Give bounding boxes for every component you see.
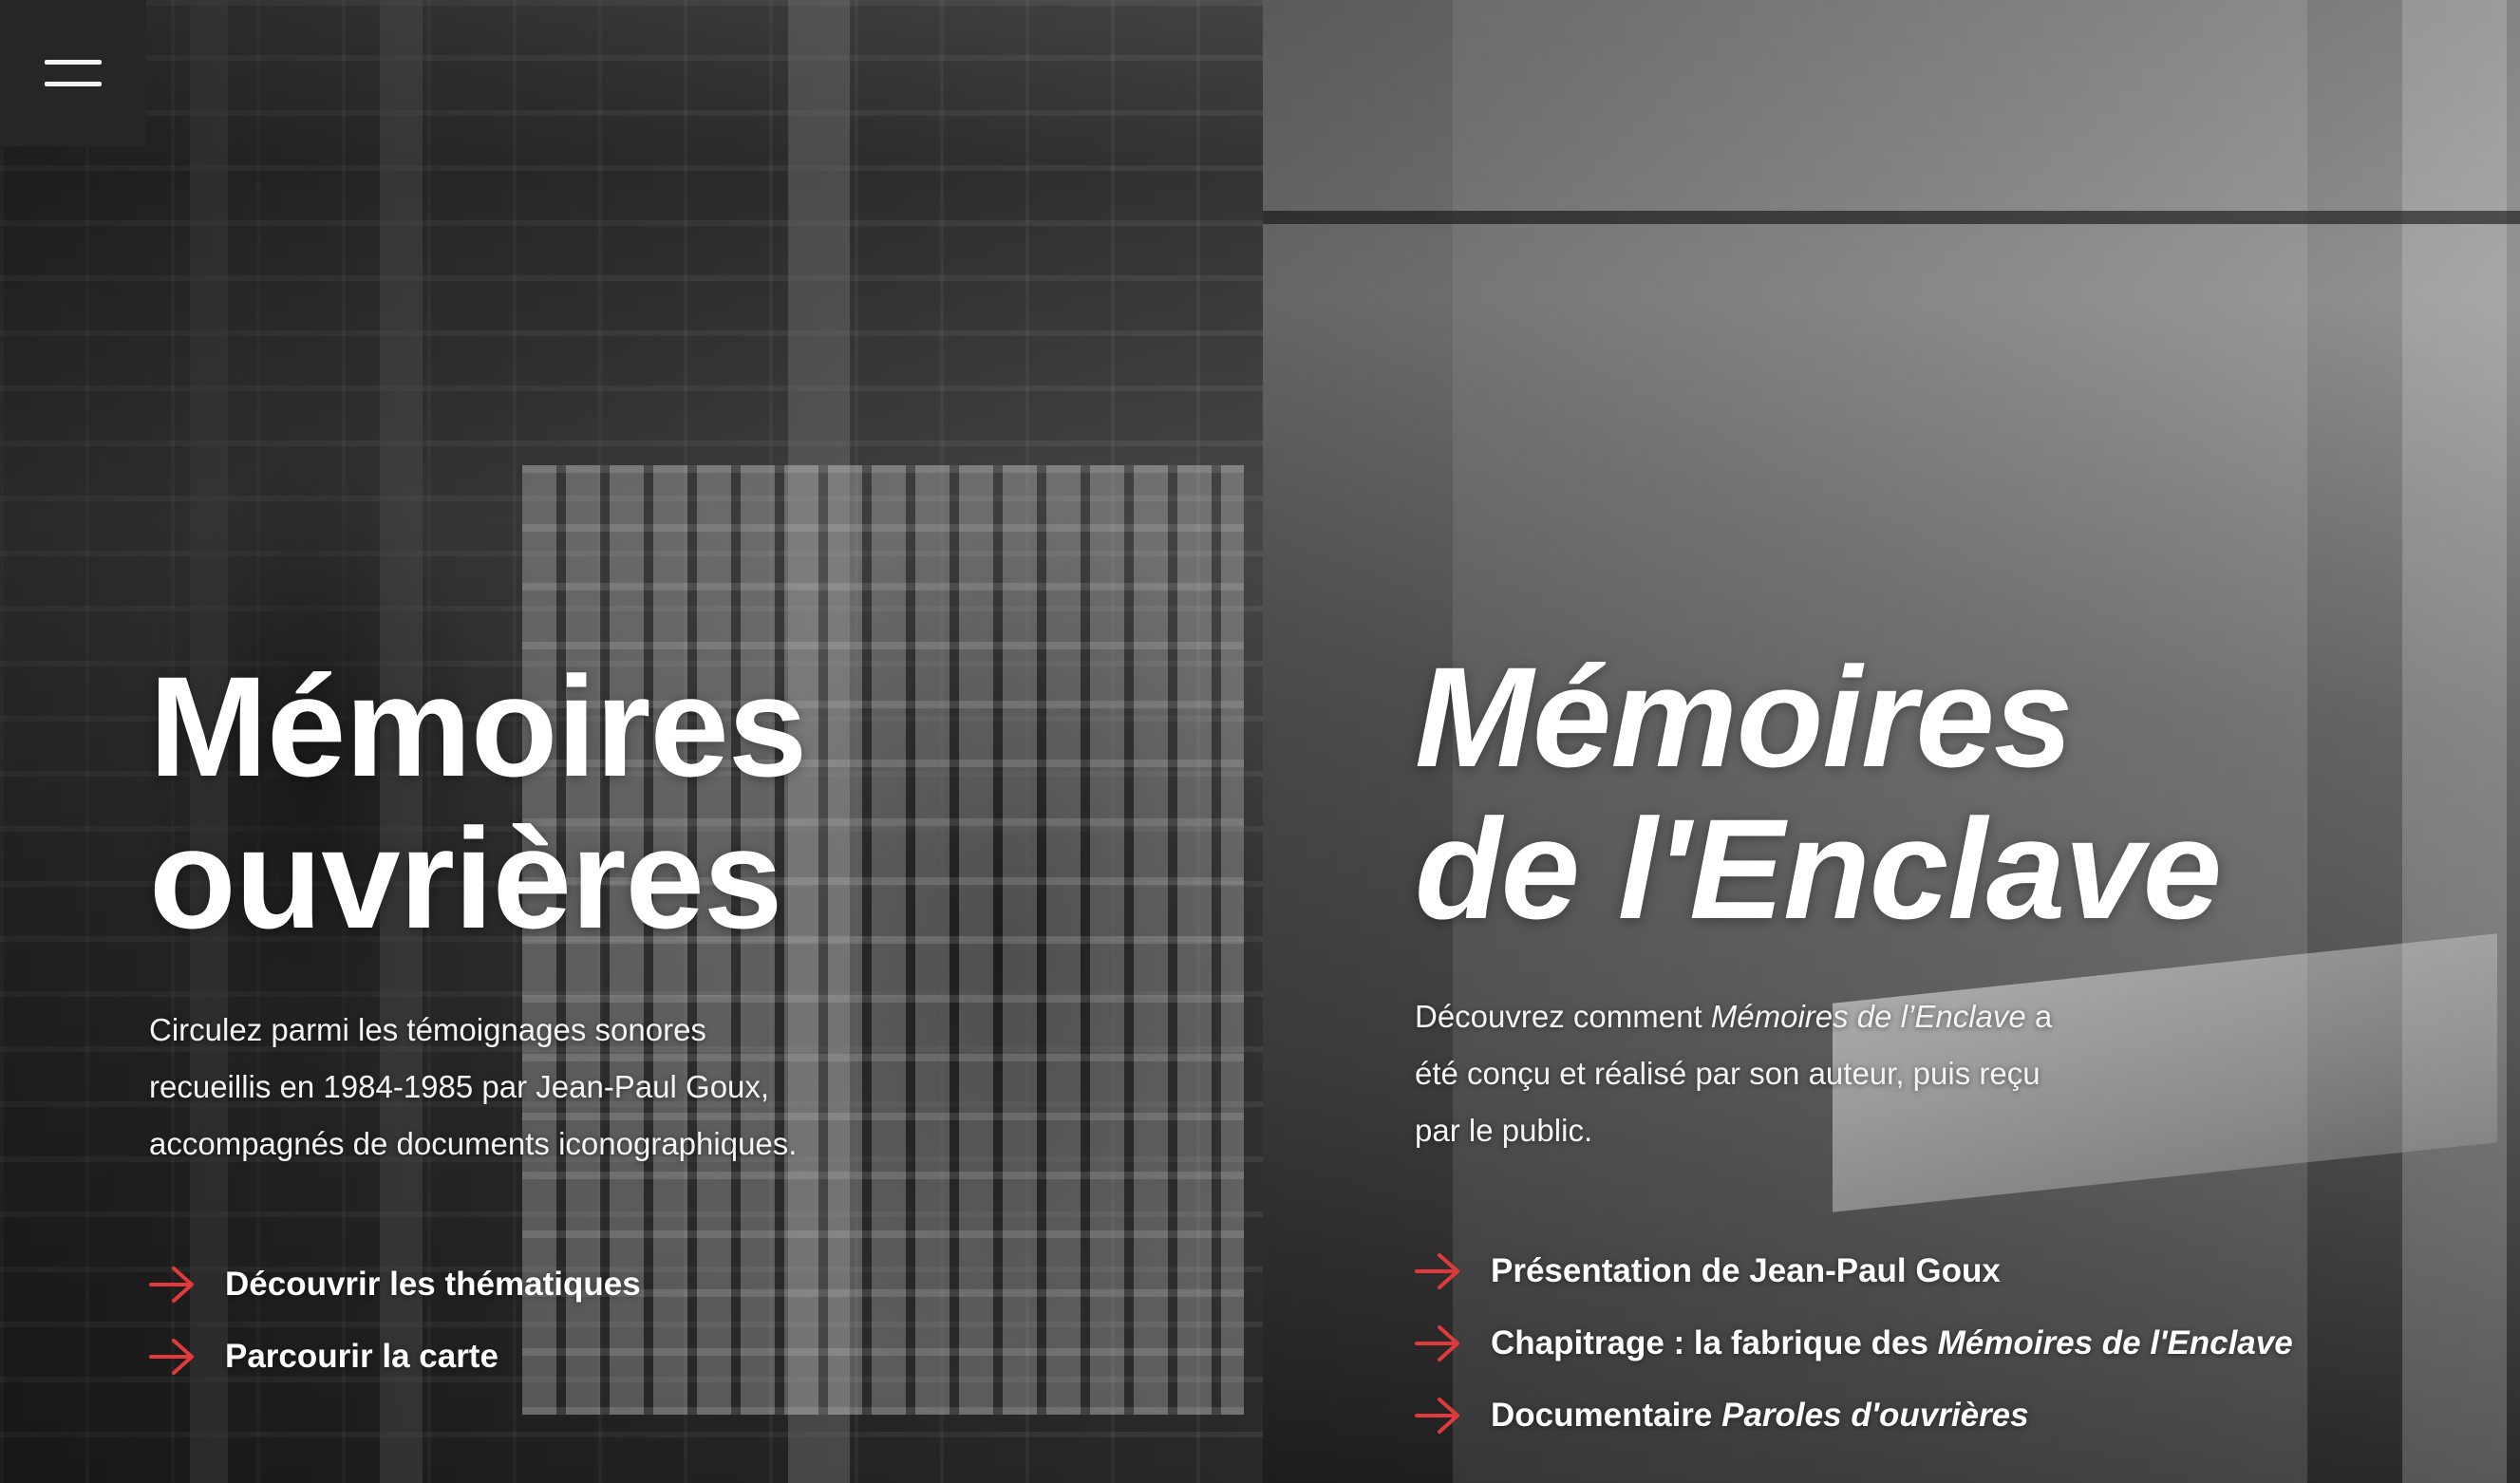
- link-label-text: Chapitrage : la fabrique des: [1491, 1324, 1938, 1361]
- hamburger-menu-icon[interactable]: [0, 0, 146, 146]
- panel-left-links: Découvrir les thématiques Parcourir la c…: [149, 1248, 1099, 1393]
- link-label-text: Documentaire: [1491, 1397, 1722, 1434]
- title-memoires-enclave[interactable]: Mémoires de l'Enclave: [1415, 641, 2459, 945]
- title-memoires-ouvrieres[interactable]: Mémoires ouvrières: [149, 650, 1099, 954]
- arrow-right-icon: [1415, 1398, 1459, 1434]
- link-decouvrir-thematiques[interactable]: Découvrir les thématiques: [149, 1248, 1099, 1321]
- panel-left-content: Mémoires ouvrières Circulez parmi les té…: [149, 650, 1099, 1393]
- arrow-right-icon: [1415, 1253, 1459, 1289]
- title-line-1: Mémoires: [149, 647, 807, 806]
- panel-right-description: Découvrez comment Mémoires de l’Enclave …: [1415, 988, 2079, 1159]
- link-label: Découvrir les thématiques: [225, 1266, 641, 1303]
- description-text: Découvrez comment: [1415, 999, 1711, 1034]
- link-documentaire[interactable]: Documentaire Paroles d'ouvrières: [1415, 1380, 2459, 1452]
- arrow-right-icon: [149, 1267, 194, 1303]
- panel-left-description: Circulez parmi les témoignages sonores r…: [149, 1012, 798, 1161]
- link-label: Documentaire Paroles d'ouvrières: [1491, 1397, 2029, 1435]
- arrow-right-icon: [1415, 1325, 1459, 1361]
- link-presentation-jean-paul-goux[interactable]: Présentation de Jean-Paul Goux: [1415, 1235, 2459, 1307]
- link-label-text: Présentation de Jean-Paul Goux: [1491, 1252, 2001, 1289]
- link-label-emphasis: Mémoires de l'Enclave: [1937, 1324, 2293, 1361]
- title-line-1: Mémoires: [1415, 637, 2073, 797]
- link-label: Présentation de Jean-Paul Goux: [1491, 1252, 2001, 1290]
- link-label-emphasis: Paroles d'ouvrières: [1721, 1397, 2029, 1434]
- menu-bar-top: [45, 60, 102, 65]
- panel-right-links: Présentation de Jean-Paul Goux Chapitrag…: [1415, 1235, 2459, 1452]
- link-label: Parcourir la carte: [225, 1338, 498, 1375]
- panel-memoires-ouvrieres[interactable]: Mémoires ouvrières Circulez parmi les té…: [0, 0, 1263, 1483]
- panel-right-content: Mémoires de l'Enclave Découvrez comment …: [1415, 641, 2459, 1452]
- link-chapitrage[interactable]: Chapitrage : la fabrique des Mémoires de…: [1415, 1307, 2459, 1380]
- title-line-2: de l'Enclave: [1415, 789, 2222, 948]
- menu-bar-bottom: [45, 82, 102, 86]
- link-parcourir-carte[interactable]: Parcourir la carte: [149, 1321, 1099, 1393]
- title-line-2: ouvrières: [149, 798, 782, 958]
- link-label: Chapitrage : la fabrique des Mémoires de…: [1491, 1324, 2293, 1362]
- arrow-right-icon: [149, 1339, 194, 1375]
- description-emphasis: Mémoires de l’Enclave: [1710, 999, 2026, 1034]
- page: Mémoires ouvrières Circulez parmi les té…: [0, 0, 2520, 1483]
